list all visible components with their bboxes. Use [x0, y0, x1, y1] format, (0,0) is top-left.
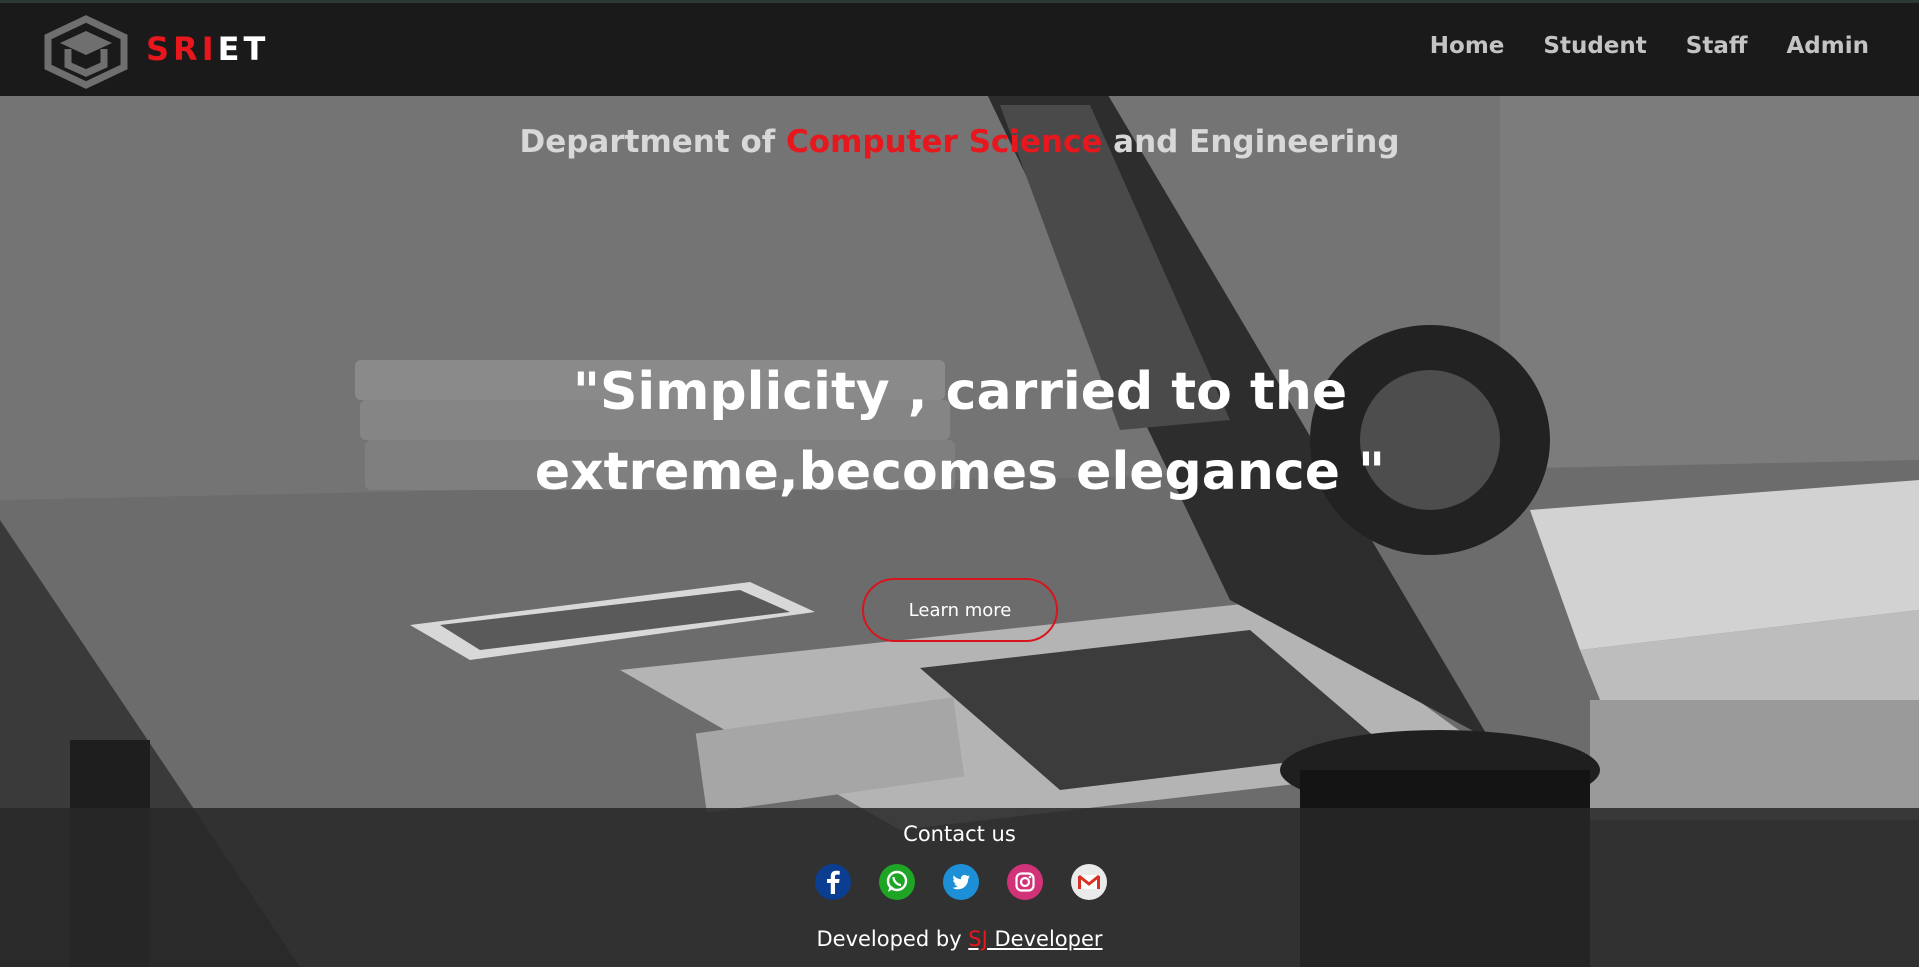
- hero-quote: "Simplicity , carried to the extreme,bec…: [460, 352, 1460, 512]
- quote-line-2: extreme,becomes elegance ": [534, 442, 1386, 502]
- dev-link-rest: Developer: [987, 927, 1103, 951]
- whatsapp-icon[interactable]: [879, 864, 915, 900]
- nav-student-link[interactable]: Student: [1543, 33, 1646, 59]
- nav-staff-link[interactable]: Staff: [1686, 33, 1748, 59]
- developer-credit: Developed by SJ Developer: [0, 927, 1919, 951]
- dev-link-red: SJ: [968, 927, 988, 951]
- graduation-cap-logo-icon[interactable]: [44, 15, 128, 89]
- dept-prefix: Department of: [519, 124, 787, 160]
- facebook-icon[interactable]: [815, 864, 851, 900]
- footer: Contact us Developed by SJ Developer: [0, 808, 1919, 967]
- dept-accent: Computer Science: [786, 124, 1103, 160]
- contact-title: Contact us: [903, 822, 1016, 846]
- brand-name-white: ET: [217, 30, 270, 68]
- learn-more-button[interactable]: Learn more: [862, 578, 1058, 642]
- gmail-icon[interactable]: [1071, 864, 1107, 900]
- dev-prefix: Developed by: [816, 927, 969, 951]
- brand-name[interactable]: SRIET: [146, 30, 269, 68]
- top-navbar: SRIET Home Student Staff Admin: [0, 3, 1919, 96]
- twitter-icon[interactable]: [943, 864, 979, 900]
- nav-admin-link[interactable]: Admin: [1787, 33, 1870, 59]
- department-heading: Department of Computer Science and Engin…: [0, 124, 1919, 160]
- social-icons: [815, 864, 1107, 900]
- nav-home-link[interactable]: Home: [1430, 33, 1505, 59]
- instagram-icon[interactable]: [1007, 864, 1043, 900]
- nav-links: Home Student Staff Admin: [1430, 33, 1869, 59]
- brand-name-red: SRI: [146, 30, 218, 68]
- developer-link[interactable]: SJ Developer: [968, 927, 1102, 951]
- dept-suffix: and Engineering: [1102, 124, 1400, 160]
- quote-line-1: "Simplicity , carried to the: [572, 362, 1348, 422]
